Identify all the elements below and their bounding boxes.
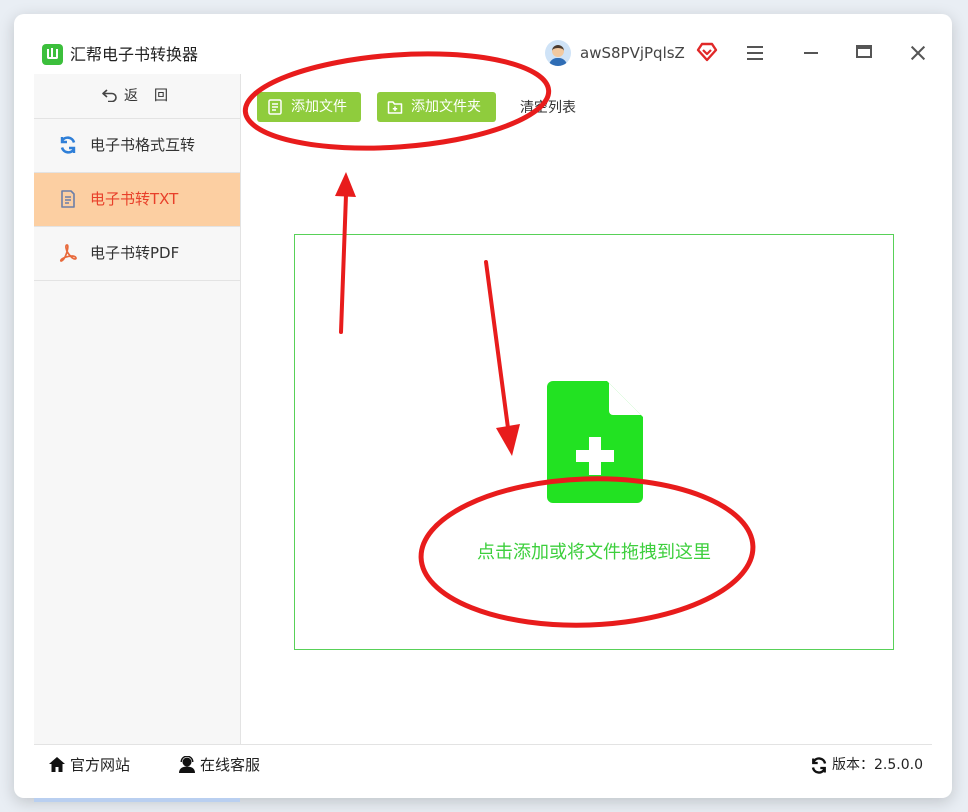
add-file-label: 添加文件: [291, 99, 347, 115]
sidebar-item-to-txt[interactable]: 电子书转TXT: [34, 173, 240, 227]
add-file-button[interactable]: 添加文件: [257, 92, 361, 122]
sidebar-item-label: 电子书转PDF: [90, 244, 180, 262]
app-title: 汇帮电子书转换器: [70, 45, 199, 64]
back-arrow-icon: [102, 89, 117, 102]
vip-diamond-icon[interactable]: [696, 42, 718, 62]
app-window: 汇帮电子书转换器 awS8PVjPqlsZ 返回 电子书格式互转 电子书转TXT…: [14, 14, 952, 798]
version-label: 版本：2.5.0.0: [832, 757, 923, 773]
website-label: 官方网站: [70, 756, 131, 774]
sidebar-item-to-pdf[interactable]: 电子书转PDF: [34, 227, 240, 281]
refresh-icon: [60, 136, 76, 154]
sidebar-item-label: 电子书转TXT: [90, 190, 179, 208]
maximize-icon[interactable]: [856, 45, 872, 58]
add-file-icon: [268, 99, 282, 115]
window-bottom-accent: [34, 798, 240, 802]
clear-list-button[interactable]: 清空列表: [520, 98, 576, 118]
back-label: 返回: [124, 88, 184, 104]
pdf-icon: [59, 244, 77, 262]
footer-bar: 官方网站 在线客服 版本：2.5.0.0: [34, 744, 932, 785]
file-drop-zone[interactable]: 点击添加或将文件拖拽到这里: [294, 234, 894, 650]
close-icon[interactable]: [911, 46, 925, 60]
sidebar-item-format-convert[interactable]: 电子书格式互转: [34, 119, 240, 173]
user-avatar[interactable]: [545, 40, 571, 66]
minimize-icon[interactable]: [804, 52, 818, 54]
back-button[interactable]: 返回: [34, 74, 240, 119]
title-bar: 汇帮电子书转换器 awS8PVjPqlsZ: [14, 14, 952, 74]
support-agent-icon: [179, 756, 195, 773]
support-label: 在线客服: [200, 756, 261, 774]
home-icon: [49, 757, 65, 772]
username[interactable]: awS8PVjPqlsZ: [580, 42, 685, 64]
add-folder-icon: [387, 101, 403, 114]
file-plus-icon: [547, 381, 643, 503]
drop-hint-text: 点击添加或将文件拖拽到这里: [477, 542, 711, 563]
document-icon: [61, 190, 75, 208]
app-logo-icon: [42, 44, 63, 65]
sidebar-item-label: 电子书格式互转: [90, 136, 196, 154]
add-folder-button[interactable]: 添加文件夹: [377, 92, 496, 122]
menu-icon[interactable]: [747, 46, 763, 60]
refresh-icon: [811, 757, 827, 774]
sidebar: 返回 电子书格式互转 电子书转TXT 电子书转PDF: [34, 74, 241, 744]
add-folder-label: 添加文件夹: [411, 99, 481, 115]
